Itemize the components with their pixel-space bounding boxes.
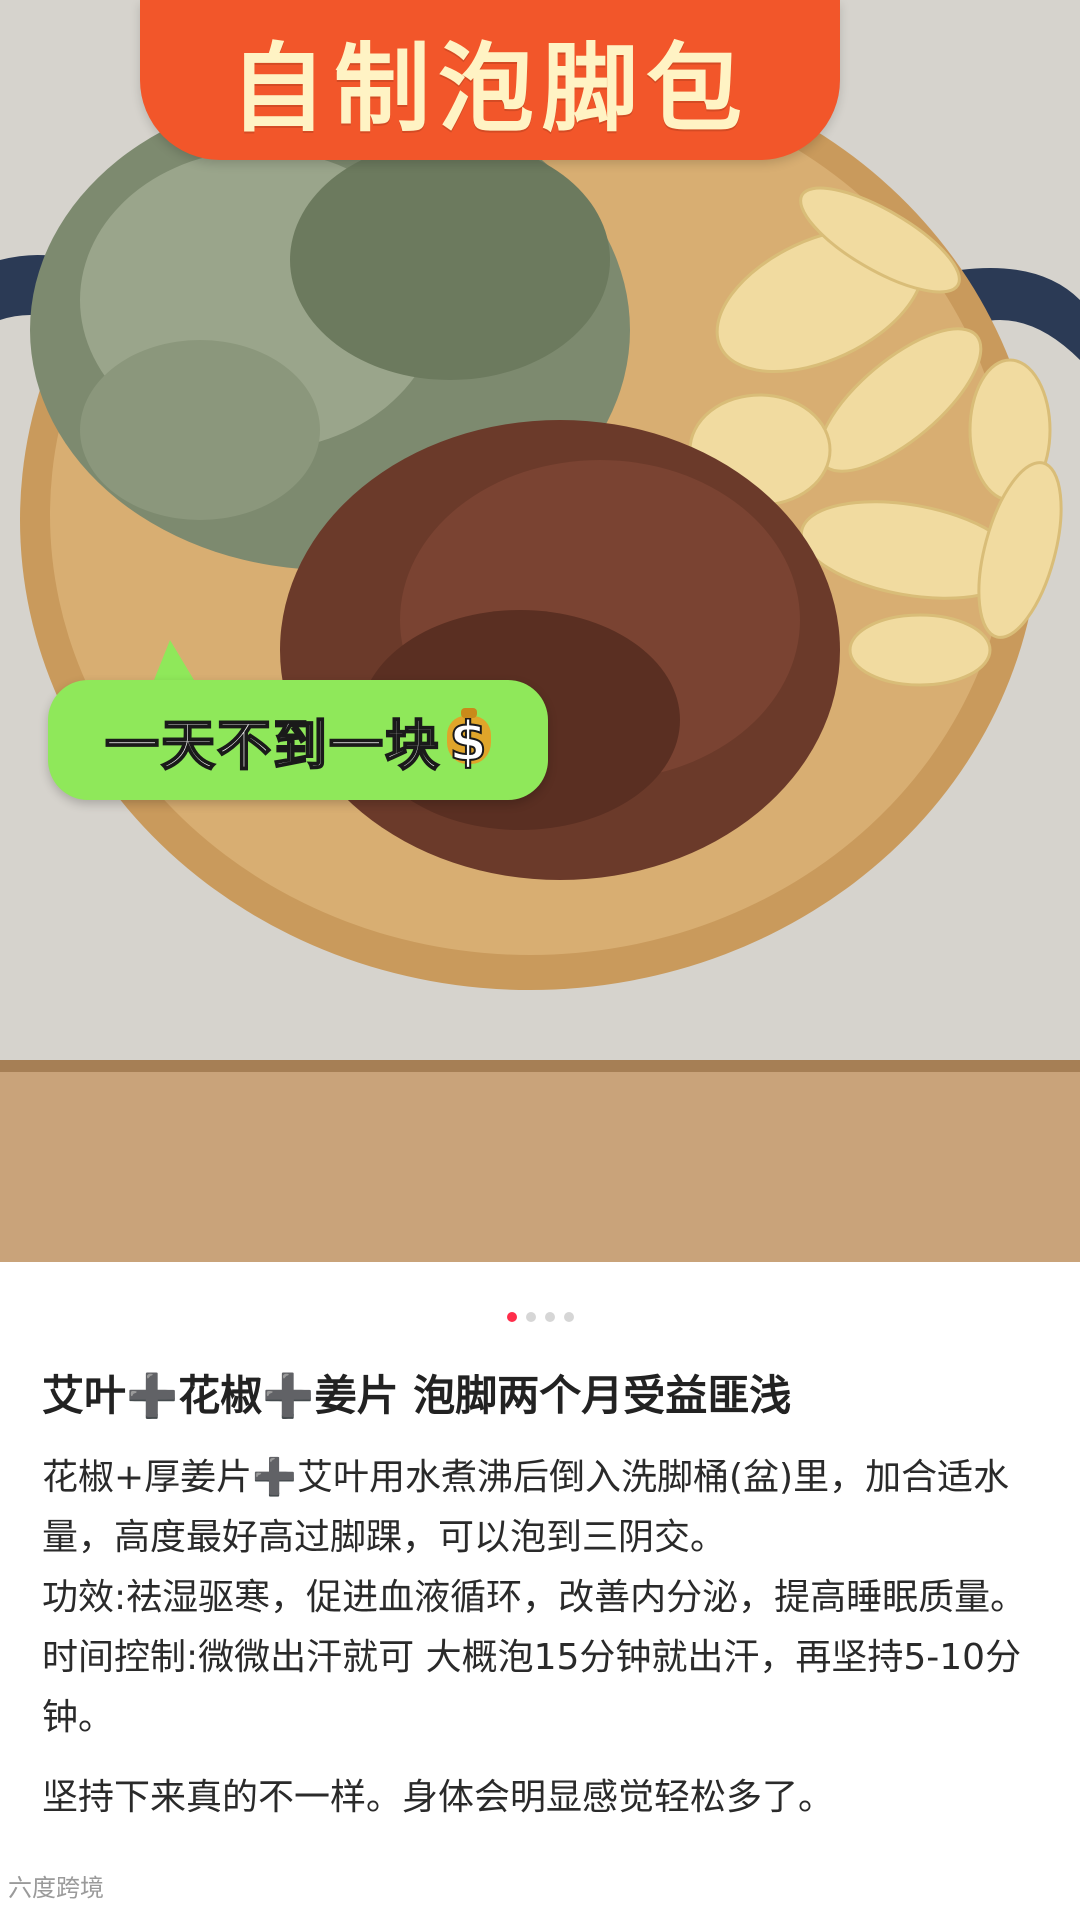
carousel-dot[interactable]	[525, 1312, 536, 1322]
watermark: 六度跨境	[8, 1874, 104, 1902]
post-paragraph: 功效:祛湿驱寒，促进血液循环，改善内分泌，提高睡眠质量。	[42, 1577, 1027, 1618]
carousel-dot[interactable]	[544, 1312, 555, 1322]
speech-bubble: 一天不到一块 $	[48, 680, 548, 800]
carousel-dot[interactable]	[563, 1312, 574, 1322]
post-content: 艾叶➕花椒➕姜片 泡脚两个月受益匪浅 花椒+厚姜片➕艾叶用水煮沸后倒入洗脚桶(盆…	[42, 1368, 1042, 1828]
image-title: 自制泡脚包	[230, 32, 750, 145]
carousel-indicator	[0, 1312, 1080, 1322]
post-headline: 艾叶➕花椒➕姜片 泡脚两个月受益匪浅	[42, 1371, 792, 1420]
image-title-banner: 自制泡脚包	[140, 0, 840, 160]
post-photo[interactable]: 自制泡脚包 一天不到一块 $	[0, 0, 1080, 1262]
post-paragraph: 坚持下来真的不一样。身体会明显感觉轻松多了。	[42, 1777, 835, 1818]
bubble-text: 一天不到一块	[104, 713, 441, 778]
carousel-dot[interactable]	[506, 1312, 517, 1322]
post-paragraph: 花椒+厚姜片➕艾叶用水煮沸后倒入洗脚桶(盆)里，加合适水量，高度最好高过脚踝，可…	[42, 1457, 1010, 1558]
photo-illustration	[0, 0, 1080, 1262]
post-paragraph: 时间控制:微微出汗就可 大概泡15分钟就出汗，再坚持5-10分钟。	[42, 1637, 1022, 1738]
money-bag-icon: $	[447, 708, 491, 770]
